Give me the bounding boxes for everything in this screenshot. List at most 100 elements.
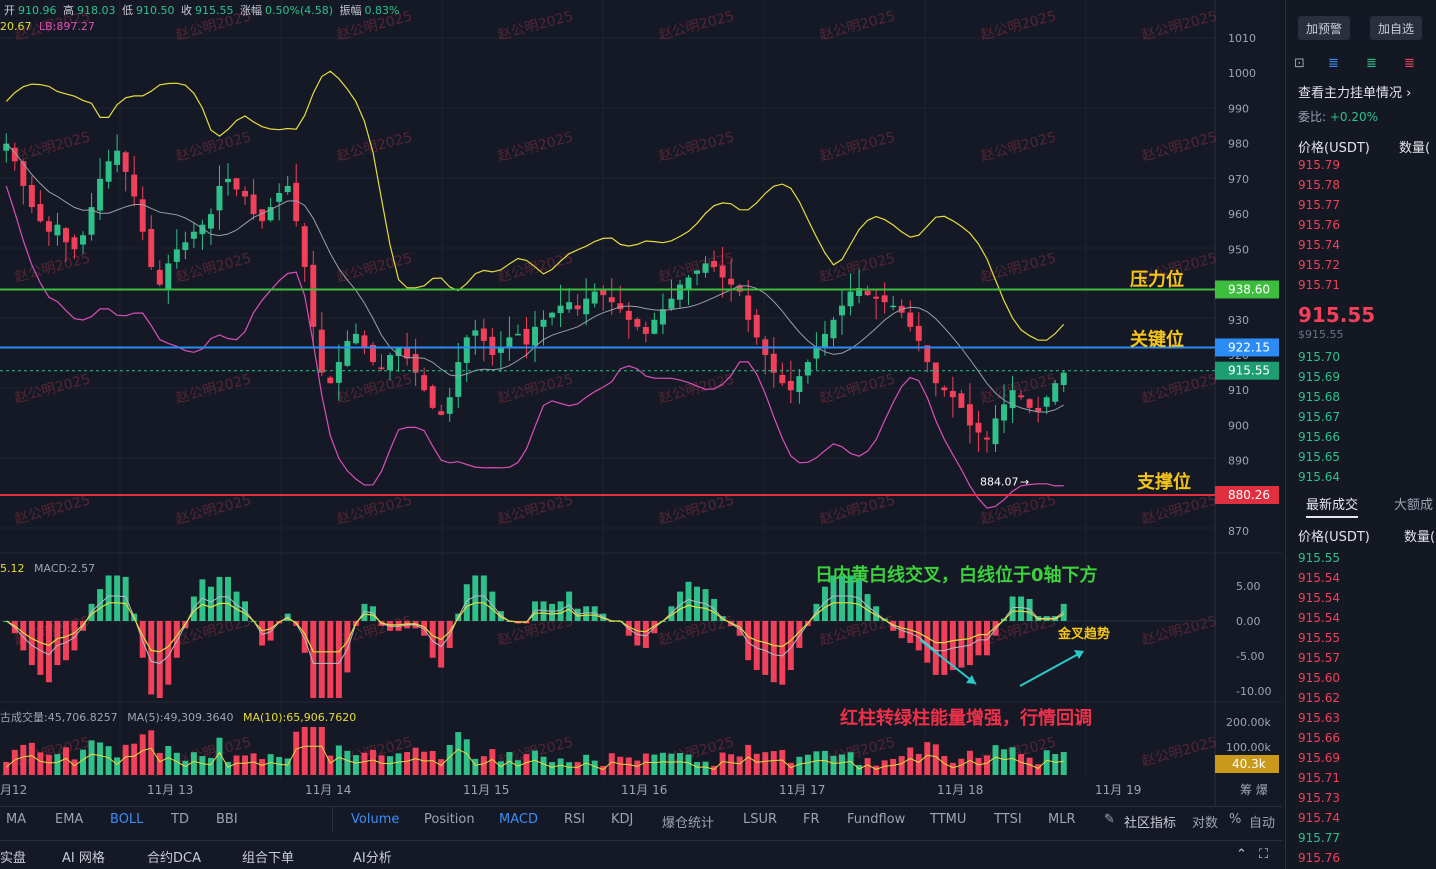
volume-bar (753, 753, 760, 775)
bid-price[interactable]: 915.69 (1298, 370, 1340, 384)
auto-toggle[interactable]: 自动 (1249, 812, 1275, 831)
indicator-liquidation[interactable]: 爆仓统计 (662, 812, 714, 831)
tab-latest-trades[interactable]: 最新成交 (1306, 494, 1359, 518)
macd-annotation: 日内黄白线交叉，白线位于0轴下方 (815, 564, 1098, 586)
candle-body (259, 209, 266, 222)
volume-bar (165, 746, 172, 775)
community-indicators[interactable]: 社区指标 (1124, 812, 1176, 831)
candle-body (864, 290, 871, 296)
boll-legend: 20.67 LB:897.27 (0, 20, 95, 33)
footer-ai-analysis[interactable]: AI分析 (353, 847, 392, 866)
bid-price[interactable]: 915.66 (1298, 430, 1340, 444)
order-book-asks-icon[interactable]: ≣ (1404, 56, 1415, 71)
macd-bar (770, 621, 777, 683)
volume-bar (28, 742, 35, 775)
indicator-ttsi[interactable]: TTSI (994, 812, 1022, 827)
depth-link[interactable]: 查看主力挂单情况 › (1298, 82, 1411, 101)
volume-bar (54, 754, 61, 775)
volume-bar (1026, 757, 1033, 775)
kline-chart[interactable]: 赵公明2025 赵公明2025 赵公明2025 赵公明2025 赵公明2025 赵公明20… (0, 0, 1282, 806)
ask-price[interactable]: 915.78 (1298, 178, 1340, 192)
macd-bar (753, 621, 760, 670)
indicator-ttmu[interactable]: TTMU (930, 812, 966, 827)
add-alert-button[interactable]: 加预警 (1298, 16, 1351, 40)
volume-label: 古成交量:45,706.8257 (0, 711, 118, 724)
indicator-bbi[interactable]: BBI (216, 812, 238, 827)
watermark: 赵公明2025 (818, 371, 897, 407)
volume-bar (821, 750, 828, 775)
footer-combo-order[interactable]: 组合下单 (242, 847, 294, 866)
indicator-boll[interactable]: BOLL (110, 812, 143, 827)
bid-price[interactable]: 915.70 (1298, 350, 1340, 364)
ask-price[interactable]: 915.76 (1298, 218, 1340, 232)
volume-bar (173, 752, 180, 775)
macd-value: MACD:2.57 (34, 562, 96, 575)
edit-icon[interactable]: ✎ (1104, 812, 1115, 827)
macd-bar (1009, 596, 1016, 621)
indicator-macd[interactable]: MACD (499, 812, 538, 827)
candle-body (242, 190, 249, 197)
volume-bar (728, 754, 735, 775)
candle-body (728, 278, 735, 285)
indicator-rsi[interactable]: RSI (564, 812, 585, 827)
candle-body (941, 387, 948, 391)
volume-bar (659, 752, 666, 775)
indicator-td[interactable]: TD (171, 812, 189, 827)
macd-bar (983, 621, 990, 656)
log-scale-toggle[interactable]: 对数 (1192, 812, 1218, 831)
macd-bar (242, 601, 249, 621)
watermark: 赵公明2025 (979, 492, 1058, 528)
order-book-both-icon[interactable]: ⊡ (1294, 56, 1305, 71)
indicator-volume[interactable]: Volume (351, 812, 399, 827)
x-tick: 11月 19 (1095, 783, 1141, 797)
volume-bar (736, 756, 743, 775)
bid-price[interactable]: 915.67 (1298, 410, 1340, 424)
ask-price[interactable]: 915.71 (1298, 278, 1340, 292)
candle-body (45, 221, 52, 232)
chart-area[interactable]: 赵公明2025 赵公明2025 赵公明2025 赵公明2025 赵公明2025 赵公明20… (0, 0, 1282, 869)
ask-price[interactable]: 915.79 (1298, 158, 1340, 172)
indicator-fundflow[interactable]: Fundflow (847, 812, 905, 827)
candle-body (694, 270, 701, 274)
indicator-mlr[interactable]: MLR (1048, 812, 1076, 827)
volume-bar (745, 744, 752, 775)
bid-price[interactable]: 915.65 (1298, 450, 1340, 464)
footer-live[interactable]: 实盘 (0, 847, 26, 866)
footer-ai-grid[interactable]: AI 网格 (62, 847, 105, 866)
indicator-position[interactable]: Position (424, 812, 475, 827)
candle-body (480, 328, 487, 341)
add-favorite-button[interactable]: 加自选 (1370, 16, 1423, 40)
tab-large-trades[interactable]: 大额成 (1394, 494, 1433, 513)
indicator-fr[interactable]: FR (803, 812, 820, 827)
expand-icon[interactable]: ⛶ (1259, 847, 1268, 862)
indicator-ema[interactable]: EMA (55, 812, 83, 827)
macd-bar (71, 621, 78, 651)
candle-body (625, 310, 632, 320)
volume-ma5: MA(5):49,309.3640 (127, 711, 234, 724)
ask-price[interactable]: 915.72 (1298, 258, 1340, 272)
watermark: 赵公明2025 (335, 250, 414, 286)
order-book-split-icon[interactable]: ≣ (1328, 56, 1339, 71)
change-value: 0.50%(4.58) (265, 4, 334, 17)
macd-tick: 5.00 (1236, 580, 1261, 593)
ask-price[interactable]: 915.77 (1298, 198, 1340, 212)
candle-body (711, 260, 718, 267)
chevron-up-icon[interactable]: ⌃ (1236, 847, 1247, 862)
volume-bar (489, 749, 496, 775)
footer-dca[interactable]: 合约DCA (147, 847, 201, 866)
x-tick: 11月 16 (621, 783, 667, 797)
order-book-bids-icon[interactable]: ≣ (1366, 56, 1377, 71)
ask-price[interactable]: 915.74 (1298, 238, 1340, 252)
bid-price[interactable]: 915.64 (1298, 470, 1340, 484)
trades-price-header: 价格(USDT) (1298, 530, 1370, 545)
price-tick: 910 (1228, 384, 1249, 397)
watermark: 赵公明2025 (657, 492, 736, 528)
volume-bar (881, 760, 888, 775)
indicator-kdj[interactable]: KDJ (611, 812, 633, 827)
bid-price[interactable]: 915.68 (1298, 390, 1340, 404)
indicator-lsur[interactable]: LSUR (743, 812, 777, 827)
indicator-ma[interactable]: MA (6, 812, 26, 827)
volume-bar (532, 750, 538, 775)
percent-toggle[interactable]: % (1229, 812, 1241, 827)
key-level-label: 关键位 (1130, 328, 1184, 350)
